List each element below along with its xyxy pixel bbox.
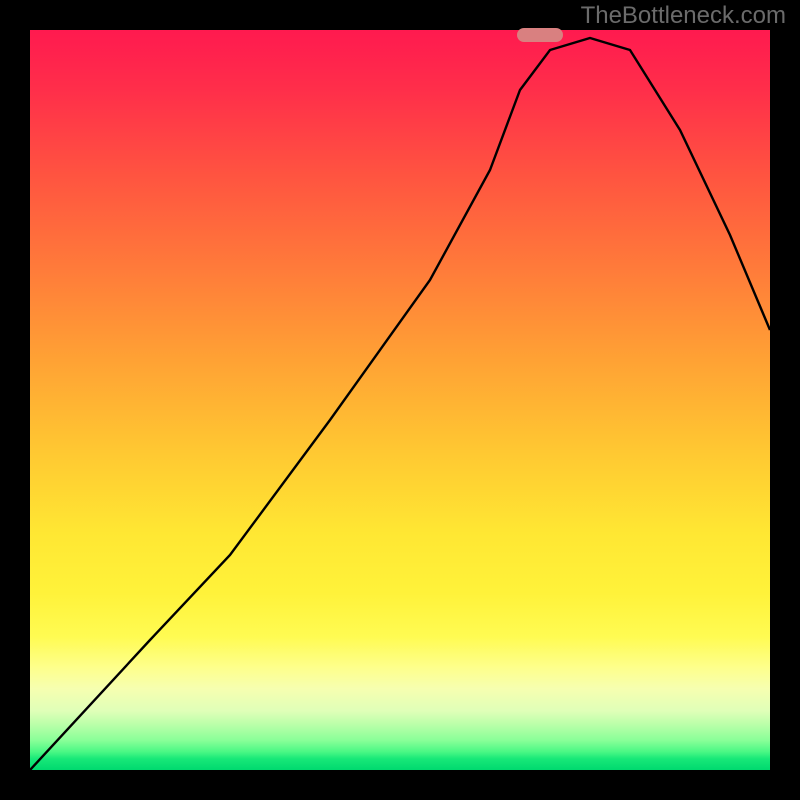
curve-path [30, 38, 770, 770]
chart-frame: TheBottleneck.com [0, 0, 800, 800]
plot-area [30, 30, 770, 770]
bottleneck-curve [30, 30, 770, 770]
optimal-marker [517, 28, 563, 42]
watermark-text: TheBottleneck.com [581, 2, 786, 30]
